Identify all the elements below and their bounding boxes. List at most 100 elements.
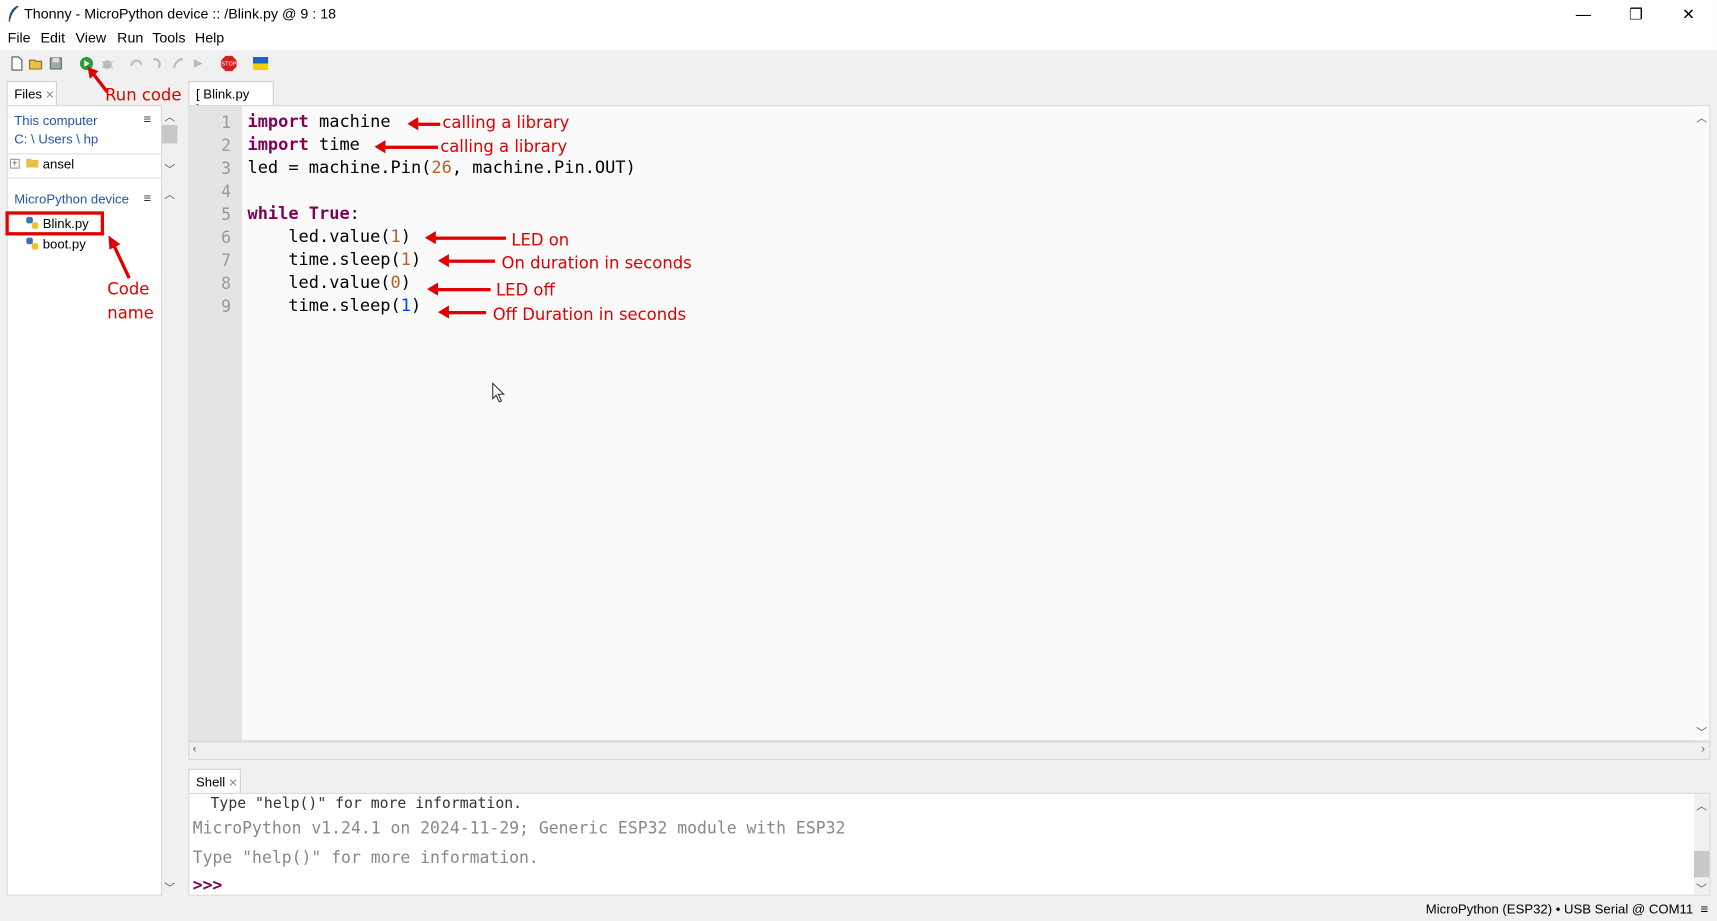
annotation-line8: LED off bbox=[496, 280, 555, 301]
scroll-down-icon[interactable]: ﹀ bbox=[1696, 879, 1707, 896]
expand-icon[interactable]: + bbox=[9, 158, 20, 169]
scroll-right-icon[interactable]: › bbox=[1701, 744, 1705, 756]
python-file-icon bbox=[26, 237, 39, 250]
status-menu-icon[interactable]: ≡ bbox=[1701, 901, 1709, 916]
code-name-highlight bbox=[5, 211, 105, 236]
tab-files[interactable]: Files ✕ bbox=[6, 81, 57, 106]
run-code-annotation: Run code bbox=[105, 85, 182, 106]
thonny-feather-icon bbox=[8, 5, 19, 22]
annotation-arrow bbox=[424, 231, 506, 245]
code-name-arrow bbox=[108, 235, 131, 279]
step-over-icon[interactable] bbox=[129, 56, 144, 71]
files-scrollbar[interactable]: ︿ ﹀ ︿ ﹀ bbox=[162, 105, 178, 896]
mouse-cursor-icon bbox=[492, 382, 506, 403]
tab-shell-label: Shell bbox=[196, 774, 226, 790]
scroll-thumb[interactable] bbox=[1693, 850, 1710, 878]
shell-output-line: Type "help()" for more information. bbox=[192, 847, 539, 868]
annotation-arrow bbox=[427, 282, 491, 296]
maximize-button[interactable]: ❐ bbox=[1610, 0, 1663, 28]
annotation-line6: LED on bbox=[511, 229, 570, 250]
menu-view[interactable]: View bbox=[76, 30, 107, 46]
code-line[interactable]: led.value(0) bbox=[247, 273, 411, 293]
new-file-icon[interactable] bbox=[9, 56, 24, 71]
code-line[interactable]: import time bbox=[247, 135, 359, 155]
annotation-line1: calling a library bbox=[442, 112, 570, 133]
shell-scrollbar[interactable]: ︿ ﹀ bbox=[1693, 793, 1710, 896]
line-number: 4 bbox=[221, 181, 232, 202]
scroll-left-icon[interactable]: ‹ bbox=[193, 744, 197, 756]
scroll-up-icon[interactable]: ︿ bbox=[1696, 108, 1707, 125]
editor-hscrollbar[interactable]: ‹ › bbox=[188, 741, 1711, 760]
step-out-icon[interactable] bbox=[171, 56, 186, 71]
annotation-arrow bbox=[438, 305, 487, 319]
code-line[interactable]: time.sleep(1) bbox=[247, 296, 421, 316]
code-line[interactable]: led.value(1) bbox=[247, 227, 411, 247]
code-line[interactable]: led = machine.Pin(26, machine.Pin.OUT) bbox=[247, 158, 635, 178]
line-number: 9 bbox=[221, 296, 232, 317]
step-into-icon[interactable] bbox=[150, 56, 165, 71]
line-number: 1 bbox=[221, 112, 232, 133]
line-number: 7 bbox=[221, 250, 232, 271]
close-tab-icon[interactable]: ✕ bbox=[45, 90, 54, 102]
scroll-down-icon[interactable]: ﹀ bbox=[164, 160, 175, 176]
this-computer-menu-icon[interactable]: ≡ bbox=[143, 112, 151, 127]
shell-prompt[interactable]: >>> bbox=[193, 875, 223, 895]
annotation-line9: Off Duration in seconds bbox=[492, 304, 687, 325]
status-bar: MicroPython (ESP32) • USB Serial @ COM11… bbox=[0, 895, 1717, 921]
tab-shell[interactable]: Shell ✕ bbox=[188, 768, 241, 793]
stop-icon[interactable]: STOP bbox=[220, 55, 238, 73]
code-editor[interactable]: 1 2 3 4 5 6 7 8 9 import machine import … bbox=[188, 105, 1711, 742]
title-bar: Thonny - MicroPython device :: /Blink.py… bbox=[0, 0, 1717, 29]
annotation-arrow bbox=[407, 117, 441, 131]
scroll-thumb[interactable] bbox=[162, 124, 178, 144]
computer-path[interactable]: C: \ Users \ hp bbox=[14, 131, 98, 146]
menu-file[interactable]: File bbox=[8, 30, 31, 46]
folder-ansel[interactable]: ansel bbox=[43, 157, 74, 172]
open-file-icon[interactable] bbox=[28, 56, 43, 71]
line-number: 6 bbox=[221, 227, 232, 248]
annotation-line7: On duration in seconds bbox=[501, 252, 692, 273]
tab-files-label: Files bbox=[14, 86, 42, 102]
this-computer-label[interactable]: This computer bbox=[14, 113, 97, 128]
window-title: Thonny - MicroPython device :: /Blink.py… bbox=[24, 5, 337, 22]
toolbar: STOP bbox=[0, 50, 1717, 79]
code-line[interactable]: time.sleep(1) bbox=[247, 250, 421, 270]
close-tab-icon[interactable]: ✕ bbox=[229, 778, 238, 790]
code-line[interactable]: while True: bbox=[247, 204, 359, 224]
file-boot[interactable]: boot.py bbox=[43, 237, 86, 252]
scroll-up-icon[interactable]: ︿ bbox=[164, 107, 175, 124]
menu-bar: File Edit View Run Tools Help bbox=[0, 28, 1717, 51]
line-number: 5 bbox=[221, 204, 232, 225]
code-name-annotation-line1: Code bbox=[107, 279, 150, 299]
close-button[interactable]: ✕ bbox=[1662, 0, 1715, 28]
menu-run[interactable]: Run bbox=[117, 30, 143, 46]
line-number: 8 bbox=[221, 273, 232, 294]
line-number: 3 bbox=[221, 158, 232, 179]
shell-output-line: MicroPython v1.24.1 on 2024-11-29; Gener… bbox=[192, 818, 846, 838]
shell-output-line: Type "help()" for more information. bbox=[192, 795, 523, 813]
menu-help[interactable]: Help bbox=[195, 30, 224, 46]
tab-blink[interactable]: [ Blink.py ]✕ bbox=[188, 81, 274, 117]
interpreter-status-label: MicroPython (ESP32) • USB Serial @ COM11 bbox=[1425, 901, 1694, 917]
shell-panel[interactable]: Type "help()" for more information. Micr… bbox=[188, 792, 1711, 896]
resume-icon[interactable] bbox=[191, 56, 206, 71]
line-number: 2 bbox=[221, 135, 232, 156]
scroll-down-icon[interactable]: ﹀ bbox=[1696, 723, 1707, 739]
menu-edit[interactable]: Edit bbox=[41, 30, 66, 46]
annotation-arrow bbox=[438, 254, 495, 268]
editor-scrollbar[interactable]: ︿ ﹀ bbox=[1693, 106, 1710, 741]
thonny-window: Thonny - MicroPython device :: /Blink.py… bbox=[0, 0, 1717, 921]
minimize-button[interactable]: — bbox=[1557, 0, 1610, 28]
annotation-line2: calling a library bbox=[440, 136, 568, 157]
scroll-up-icon[interactable]: ︿ bbox=[1696, 796, 1707, 813]
device-menu-icon[interactable]: ≡ bbox=[143, 191, 151, 206]
micropython-device-label[interactable]: MicroPython device bbox=[14, 192, 129, 207]
code-line[interactable]: import machine bbox=[247, 112, 390, 132]
interpreter-status[interactable]: MicroPython (ESP32) • USB Serial @ COM11… bbox=[1426, 901, 1708, 916]
scroll-up-icon[interactable]: ︿ bbox=[164, 185, 175, 201]
line-number-gutter: 1 2 3 4 5 6 7 8 9 bbox=[189, 106, 242, 741]
menu-tools[interactable]: Tools bbox=[152, 30, 185, 46]
scroll-down-icon[interactable]: ﹀ bbox=[164, 878, 175, 895]
ukraine-flag-icon[interactable] bbox=[252, 56, 269, 71]
save-icon[interactable] bbox=[48, 56, 63, 71]
